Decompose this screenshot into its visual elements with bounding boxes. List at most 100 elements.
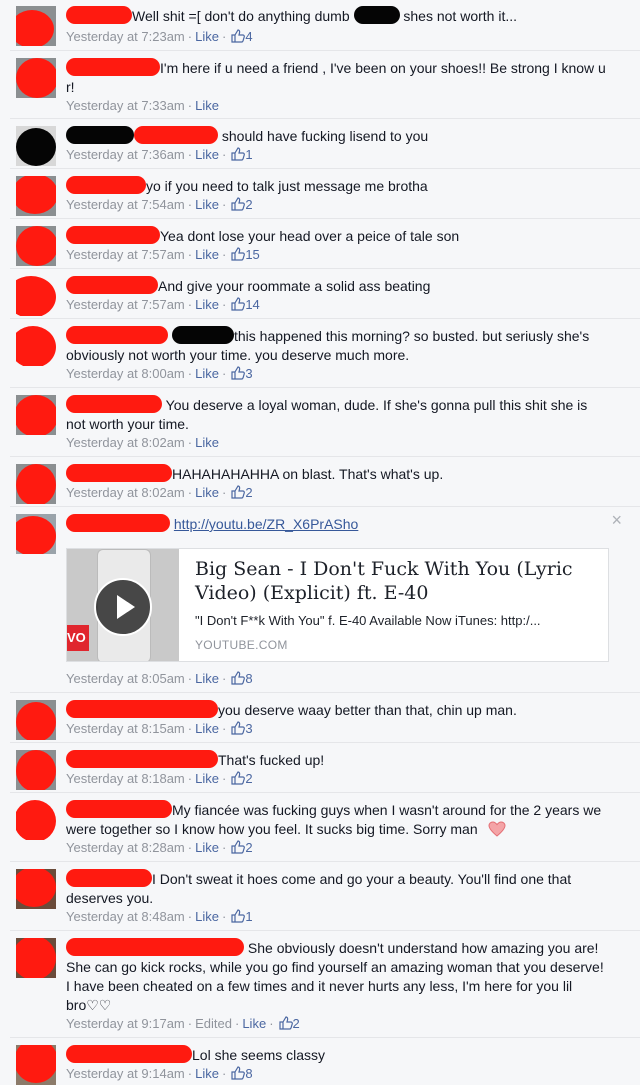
like-button[interactable]: Like [195,297,219,312]
timestamp[interactable]: Yesterday at 8:00am [66,366,185,381]
separator: · [221,366,227,381]
avatar[interactable] [16,1045,56,1085]
avatar[interactable] [16,276,56,316]
redacted-name [66,326,168,344]
link-description: "I Don't F**k With You" f. E-40 Availabl… [195,613,541,628]
like-count[interactable]: 2 [245,197,252,212]
like-count[interactable]: 8 [245,671,252,686]
like-button[interactable]: Like [195,435,219,450]
avatar[interactable] [16,6,56,46]
like-count[interactable]: 15 [245,247,259,262]
timestamp[interactable]: Yesterday at 7:23am [66,29,185,44]
like-count[interactable]: 8 [245,1066,252,1081]
avatar[interactable] [16,226,56,266]
thumbs-up-icon[interactable] [231,1066,246,1080]
like-button[interactable]: Like [195,29,219,44]
avatar[interactable] [16,800,56,840]
like-button[interactable]: Like [195,840,219,855]
thumbs-up-icon[interactable] [231,485,246,499]
link-preview-card[interactable]: VO Big Sean - I Don't Fuck With You (Lyr… [66,548,609,662]
edited-label[interactable]: Edited [195,1016,232,1031]
like-button[interactable]: Like [195,247,219,262]
avatar[interactable] [16,58,56,98]
thumbs-up-icon[interactable] [231,909,246,923]
timestamp[interactable]: Yesterday at 7:54am [66,197,185,212]
like-button[interactable]: Like [195,721,219,736]
timestamp[interactable]: Yesterday at 7:57am [66,247,185,262]
timestamp[interactable]: Yesterday at 7:36am [66,147,185,162]
thumbs-up-icon[interactable] [231,721,246,735]
separator: · [221,485,227,500]
thumbs-up-icon[interactable] [231,147,246,161]
like-button[interactable]: Like [195,671,219,686]
like-count[interactable]: 4 [245,29,252,44]
timestamp[interactable]: Yesterday at 8:18am [66,771,185,786]
separator: · [187,840,193,855]
thumbs-up-icon[interactable] [231,671,246,685]
comment-text: I Don't sweat it hoes come and go your a… [66,869,606,908]
like-count[interactable]: 14 [245,297,259,312]
thumbs-up-icon[interactable] [231,247,246,261]
shared-link[interactable]: http://youtu.be/ZR_X6PrASho [174,516,358,532]
comment-text: yo if you need to talk just message me b… [66,176,606,196]
thumbs-up-icon[interactable] [231,197,246,211]
comment-meta: Yesterday at 7:57am · Like · 14 [66,296,260,314]
avatar[interactable] [16,326,56,366]
separator: · [187,771,193,786]
timestamp[interactable]: Yesterday at 8:02am [66,485,185,500]
like-count[interactable]: 3 [245,721,252,736]
timestamp[interactable]: Yesterday at 7:33am [66,98,185,113]
thumbs-up-icon[interactable] [231,366,246,380]
link-title[interactable]: Big Sean - I Don't Fuck With You (Lyric … [195,557,595,605]
redacted-name [134,126,218,144]
like-button[interactable]: Like [242,1016,266,1031]
like-count[interactable]: 2 [245,771,252,786]
redacted-name [66,869,152,887]
thumbs-up-icon[interactable] [231,29,246,43]
like-button[interactable]: Like [195,98,219,113]
timestamp[interactable]: Yesterday at 8:48am [66,909,185,924]
like-count[interactable]: 2 [245,840,252,855]
separator: · [187,671,193,686]
avatar[interactable] [16,176,56,216]
separator: · [221,909,227,924]
timestamp[interactable]: Yesterday at 8:28am [66,840,185,855]
timestamp[interactable]: Yesterday at 7:57am [66,297,185,312]
like-count[interactable]: 2 [245,485,252,500]
close-icon[interactable]: × [611,510,622,531]
avatar[interactable] [16,514,56,554]
timestamp[interactable]: Yesterday at 8:05am [66,671,185,686]
like-button[interactable]: Like [195,197,219,212]
like-button[interactable]: Like [195,771,219,786]
comment-text: this happened this morning? so busted. b… [66,326,606,365]
timestamp[interactable]: Yesterday at 8:02am [66,435,185,450]
like-count[interactable]: 1 [245,147,252,162]
like-button[interactable]: Like [195,366,219,381]
thumbs-up-icon[interactable] [231,297,246,311]
thumbs-up-icon[interactable] [278,1016,293,1030]
comment-text: should have fucking lisend to you [66,126,606,146]
comment-meta: Yesterday at 7:33am · Like [66,97,219,115]
avatar[interactable] [16,700,56,740]
like-count[interactable]: 1 [245,909,252,924]
play-icon[interactable] [93,577,153,637]
timestamp[interactable]: Yesterday at 9:17am [66,1016,185,1031]
thumbs-up-icon[interactable] [231,771,246,785]
like-button[interactable]: Like [195,147,219,162]
avatar[interactable] [16,869,56,909]
avatar[interactable] [16,126,56,166]
avatar[interactable] [16,938,56,978]
video-thumbnail[interactable]: VO [67,549,179,661]
comment-body: should have fucking lisend to you [221,128,429,144]
like-count[interactable]: 2 [293,1016,300,1031]
like-button[interactable]: Like [195,909,219,924]
like-count[interactable]: 3 [245,366,252,381]
like-button[interactable]: Like [195,1066,219,1081]
like-button[interactable]: Like [195,485,219,500]
avatar[interactable] [16,464,56,504]
thumbs-up-icon[interactable] [231,840,246,854]
timestamp[interactable]: Yesterday at 9:14am [66,1066,185,1081]
timestamp[interactable]: Yesterday at 8:15am [66,721,185,736]
avatar[interactable] [16,750,56,790]
avatar[interactable] [16,395,56,435]
